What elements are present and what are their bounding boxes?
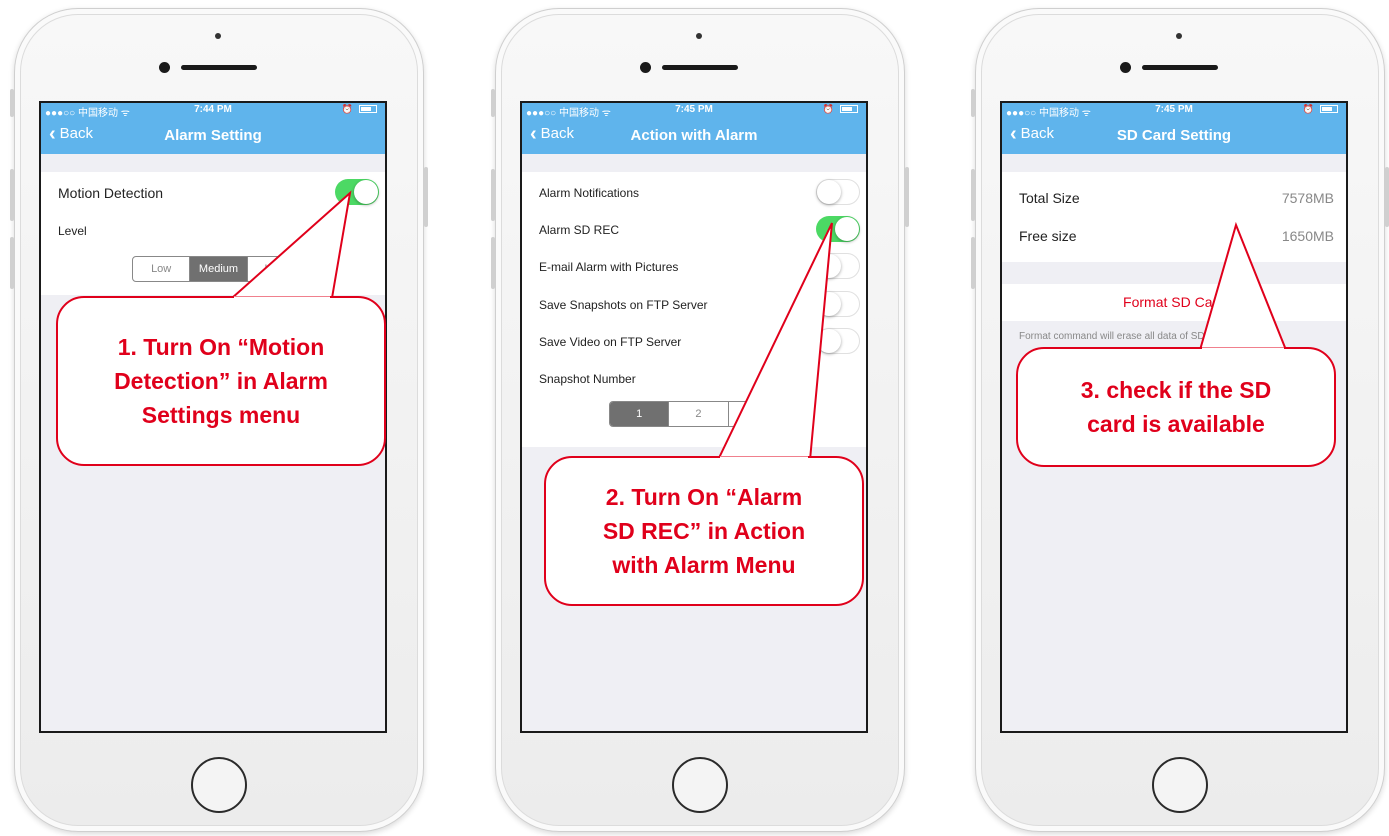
alarm-notifications-label: Alarm Notifications [539, 186, 640, 200]
ftp-snapshots-label: Save Snapshots on FTP Server [539, 298, 708, 312]
phone-screen: ●●●○○ 中国移动 ᯤ 7:45 PM ⏰ ‹ Back Action wit… [520, 101, 868, 733]
speaker-grille [181, 65, 257, 70]
alarm-clock-icon: ⏰ [1302, 104, 1314, 114]
alarm-notifications-toggle[interactable] [816, 179, 860, 205]
format-sd-card-label: Format SD Card [1123, 294, 1225, 310]
segment-1[interactable]: 1 [610, 402, 670, 426]
speaker-grille [1142, 65, 1218, 70]
format-sd-card-button[interactable]: Format SD Card [1002, 284, 1346, 321]
phone-2: ●●●○○ 中国移动 ᯤ 7:45 PM ⏰ ‹ Back Action wit… [491, 8, 909, 832]
segment-3[interactable]: 3 [729, 402, 787, 426]
side-button [491, 89, 495, 117]
level-segmented-control[interactable]: Low Medium High [132, 256, 305, 282]
battery-icon [359, 105, 377, 113]
callout-3-text: 3. check if the SD card is available [1080, 377, 1272, 437]
sensor-dot [696, 33, 702, 39]
toggle-knob [835, 217, 859, 241]
nav-bar: ‹ Back Alarm Setting [41, 117, 385, 154]
status-bar: ●●●○○ 中国移动 ᯤ 7:44 PM ⏰ [41, 103, 385, 119]
status-time: 7:44 PM [194, 104, 232, 115]
side-button [10, 89, 14, 117]
alarm-sd-rec-toggle[interactable] [816, 216, 860, 242]
nav-bar: ‹ Back Action with Alarm [522, 117, 866, 154]
camera-icon [159, 62, 170, 73]
motion-detection-label: Motion Detection [58, 185, 164, 201]
page-title: Action with Alarm [630, 127, 758, 144]
callout-2: 2. Turn On “Alarm SD REC” in Action with… [544, 456, 864, 606]
level-label: Level [58, 224, 87, 238]
page-title: SD Card Setting [1116, 127, 1232, 144]
toggle-knob [817, 329, 841, 353]
total-size-value: 7578MB [1281, 190, 1334, 206]
segment-low[interactable]: Low [133, 257, 191, 281]
callout-1-text: 1. Turn On “Motion Detection” in Alarm S… [114, 334, 328, 428]
settings-group: Motion Detection Level Low Medium High [41, 172, 385, 295]
callout-1: 1. Turn On “Motion Detection” in Alarm S… [56, 296, 386, 466]
storage-group: Total Size 7578MB Free size 1650MB [1002, 172, 1346, 262]
toggle-knob [354, 180, 378, 204]
status-time: 7:45 PM [675, 104, 713, 115]
side-button [10, 169, 14, 221]
status-bar: ●●●○○ 中国移动 ᯤ 7:45 PM ⏰ [522, 103, 866, 119]
side-button [905, 167, 909, 227]
side-button [491, 169, 495, 221]
side-button [971, 169, 975, 221]
alarm-clock-icon: ⏰ [341, 104, 353, 114]
sensor-dot [1176, 33, 1182, 39]
segment-high[interactable]: High [248, 257, 304, 281]
camera-icon [640, 62, 651, 73]
status-bar: ●●●○○ 中国移动 ᯤ 7:45 PM ⏰ [1002, 103, 1346, 119]
alarm-sd-rec-label: Alarm SD REC [539, 223, 620, 237]
side-button [1385, 167, 1389, 227]
nav-bar: ‹ Back SD Card Setting [1002, 117, 1346, 154]
snapshot-number-label: Snapshot Number [539, 372, 636, 386]
email-alarm-label: E-mail Alarm with Pictures [539, 260, 679, 274]
battery-icon [840, 105, 858, 113]
total-size-label: Total Size [1019, 190, 1080, 206]
page-title: Alarm Setting [164, 127, 262, 144]
callout-2-text: 2. Turn On “Alarm SD REC” in Action with… [602, 484, 806, 578]
toggle-knob [817, 254, 841, 278]
format-note: Format command will erase all data of SD… [1019, 331, 1227, 342]
free-size-value: 1650MB [1281, 228, 1334, 244]
side-button [10, 237, 14, 289]
home-button[interactable] [1152, 757, 1208, 813]
battery-icon [1320, 105, 1338, 113]
status-time: 7:45 PM [1155, 104, 1193, 115]
ftp-snapshots-toggle[interactable] [816, 291, 860, 317]
settings-group: Alarm Notifications Alarm SD REC E-mail … [522, 172, 866, 447]
home-button[interactable] [191, 757, 247, 813]
home-button[interactable] [672, 757, 728, 813]
segment-medium[interactable]: Medium [190, 257, 248, 281]
segment-2[interactable]: 2 [669, 402, 729, 426]
side-button [971, 89, 975, 117]
toggle-knob [817, 180, 841, 204]
ftp-video-label: Save Video on FTP Server [539, 335, 682, 349]
side-button [971, 237, 975, 289]
free-size-label: Free size [1019, 228, 1077, 244]
callout-3: 3. check if the SD card is available [1016, 347, 1336, 467]
camera-icon [1120, 62, 1131, 73]
speaker-grille [662, 65, 738, 70]
alarm-clock-icon: ⏰ [822, 104, 834, 114]
side-button [491, 237, 495, 289]
sensor-dot [215, 33, 221, 39]
snapshot-number-segmented-control[interactable]: 1 2 3 [609, 401, 788, 427]
toggle-knob [817, 292, 841, 316]
motion-detection-toggle[interactable] [335, 179, 379, 205]
email-alarm-toggle[interactable] [816, 253, 860, 279]
side-button [424, 167, 428, 227]
ftp-video-toggle[interactable] [816, 328, 860, 354]
